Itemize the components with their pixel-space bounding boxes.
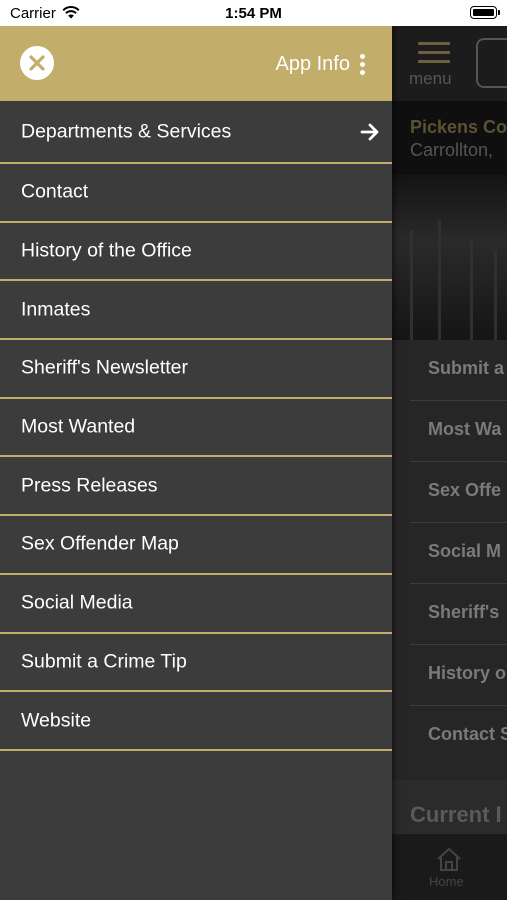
office-photo: [392, 175, 507, 340]
menu-label: menu: [409, 69, 452, 88]
menu-item-label: Press Releases: [21, 474, 158, 497]
arrow-right-icon: [360, 123, 379, 140]
menu-item-label: Sex Offender Map: [21, 532, 179, 555]
status-bar: Carrier 1:54 PM: [0, 0, 507, 26]
tab-bar: Home: [392, 834, 507, 900]
close-button[interactable]: [20, 46, 54, 80]
menu-item-most-wanted[interactable]: Most Wanted: [0, 399, 392, 458]
menu-item-label: Inmates: [21, 298, 91, 321]
menu-item-departments-services[interactable]: Departments & Services: [0, 101, 392, 164]
menu-item-press-releases[interactable]: Press Releases: [0, 457, 392, 517]
menu-item-label: Contact: [21, 180, 89, 203]
menu-item-label: History of the Office: [21, 239, 192, 262]
menu-item-label: Departments & Services: [21, 120, 232, 142]
office-location: Carrollton,: [410, 140, 494, 160]
app-header: menu: [392, 26, 507, 101]
drawer-header: App Info: [0, 26, 392, 101]
list-item[interactable]: Social M: [410, 523, 507, 584]
list-item[interactable]: Contact S: [410, 706, 507, 767]
hamburger-icon[interactable]: [418, 42, 450, 64]
list-item[interactable]: History o: [410, 645, 507, 706]
home-icon[interactable]: [435, 846, 463, 872]
close-icon: [29, 55, 45, 71]
quick-links-list: Submit a Most Wa Sex Offe Social M Sheri…: [392, 340, 507, 780]
menu-item-label: Submit a Crime Tip: [21, 650, 187, 673]
list-item[interactable]: Most Wa: [410, 401, 507, 462]
list-item[interactable]: Sex Offe: [410, 462, 507, 523]
menu-item-contact[interactable]: Contact: [0, 164, 392, 223]
menu-item-sex-offender-map[interactable]: Sex Offender Map: [0, 516, 392, 575]
navigation-drawer: App Info Departments & Services Contact …: [0, 26, 392, 900]
menu-item-inmates[interactable]: Inmates: [0, 281, 392, 341]
list-item[interactable]: Submit a: [410, 340, 507, 401]
office-title-box: Pickens Co Carrollton,: [392, 101, 507, 175]
section-title: Current I: [410, 802, 502, 827]
menu-item-website[interactable]: Website: [0, 692, 392, 751]
more-options-icon[interactable]: [358, 54, 368, 76]
menu-item-label: Sheriff's Newsletter: [21, 356, 189, 379]
menu-item-social-media[interactable]: Social Media: [0, 575, 392, 634]
menu-item-label: Most Wanted: [21, 415, 136, 438]
menu-item-sheriffs-newsletter[interactable]: Sheriff's Newsletter: [0, 340, 392, 399]
battery-icon: [470, 6, 500, 19]
office-title: Pickens Co: [410, 117, 507, 137]
list-item[interactable]: Sheriff's: [410, 584, 507, 645]
clock: 1:54 PM: [225, 5, 282, 22]
menu-item-label: Website: [21, 709, 92, 732]
background-app: menu Pickens Co Carrollton, Submit a Mos…: [392, 26, 507, 900]
header-search-box[interactable]: [476, 38, 507, 88]
menu-item-label: Social Media: [21, 591, 133, 614]
drawer-menu-list: Departments & Services Contact History o…: [0, 101, 392, 751]
tab-home-label[interactable]: Home: [429, 874, 464, 889]
menu-item-history-of-the-office[interactable]: History of the Office: [0, 223, 392, 282]
app-info-link[interactable]: App Info: [275, 53, 350, 76]
menu-item-submit-crime-tip[interactable]: Submit a Crime Tip: [0, 634, 392, 693]
